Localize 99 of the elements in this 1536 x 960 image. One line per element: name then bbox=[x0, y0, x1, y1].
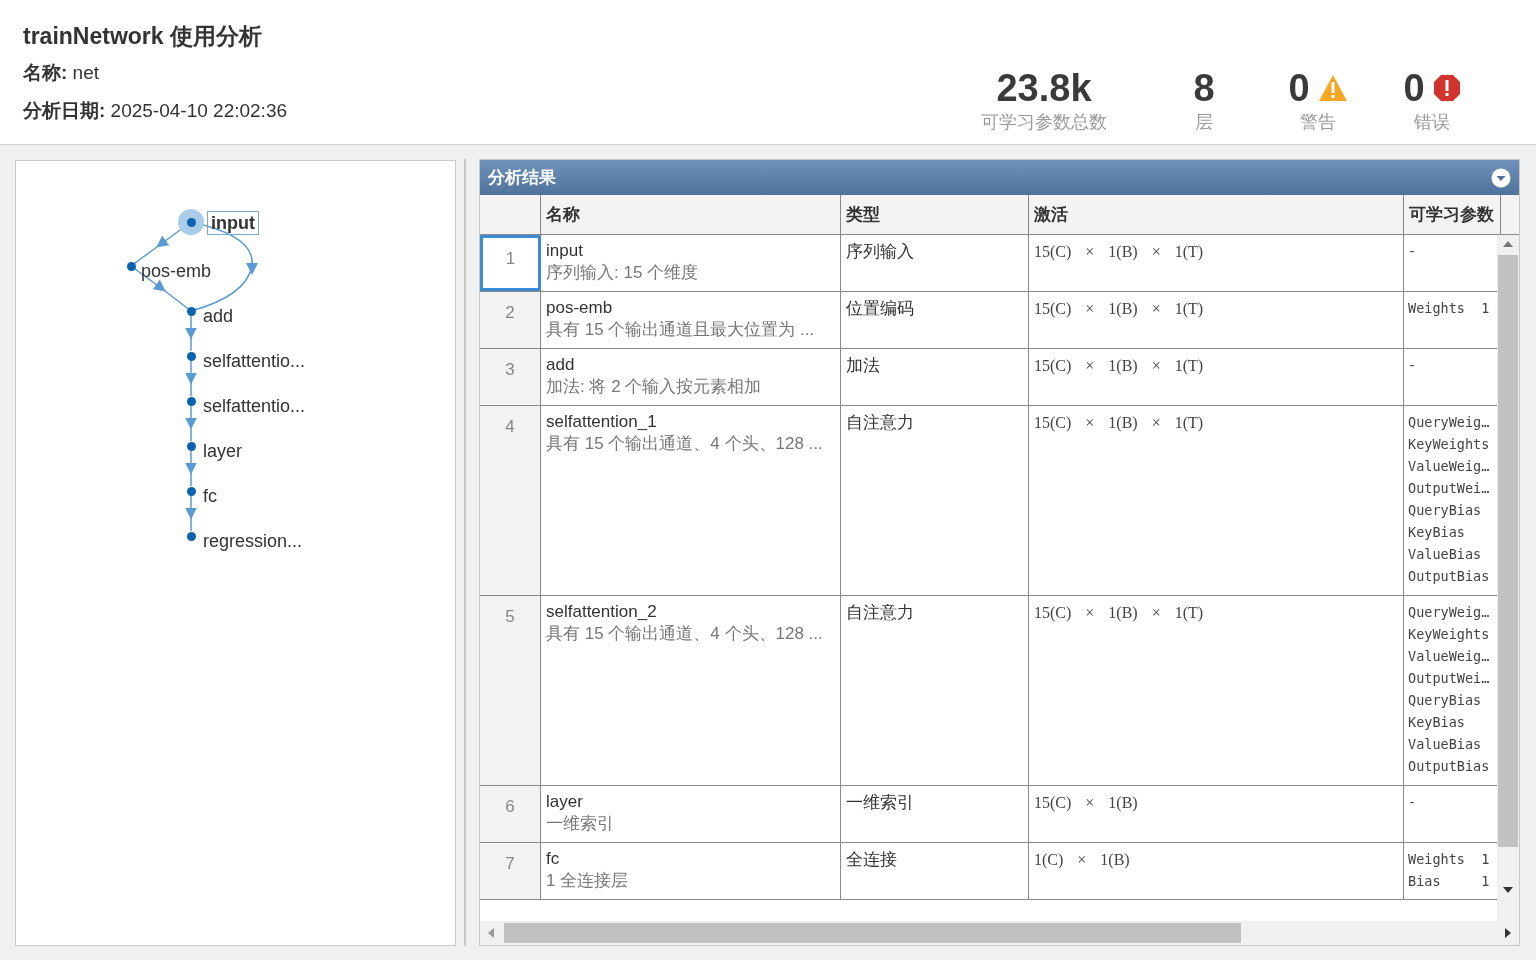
node-label: regression... bbox=[203, 530, 303, 552]
stat-value: 0 bbox=[1288, 66, 1310, 110]
layer-description: 加法: 将 2 个输入按元素相加 bbox=[546, 376, 763, 398]
stat-label: 错误 bbox=[1414, 111, 1450, 134]
learnable-parameter: ValueWeig… bbox=[1408, 647, 1491, 666]
graph-node[interactable] bbox=[186, 531, 196, 541]
row-number[interactable]: 3 bbox=[480, 349, 541, 405]
layer-name: selfattention_2 bbox=[546, 601, 658, 623]
scrollbar-thumb[interactable] bbox=[504, 923, 1241, 943]
row-number[interactable]: 7 bbox=[480, 843, 541, 899]
layer-description: 具有 15 个输出通道、4 个头、128 ... bbox=[546, 623, 824, 645]
layer-type: 序列输入 bbox=[846, 242, 914, 261]
row-number[interactable]: 2 bbox=[480, 292, 541, 348]
stat-label: 层 bbox=[1195, 111, 1213, 134]
graph-node[interactable] bbox=[186, 486, 196, 496]
stat-value: 8 bbox=[1193, 66, 1215, 110]
learnable-parameter: - bbox=[1408, 242, 1418, 261]
learnable-parameter: - bbox=[1408, 793, 1418, 812]
activation-size: 15(C) × 1(B) × 1(T) bbox=[1034, 414, 1204, 431]
layer-description: 1 全连接层 bbox=[546, 870, 630, 892]
layer-name: layer bbox=[546, 791, 584, 813]
layer-type: 自注意力 bbox=[846, 603, 914, 622]
stat-value: 23.8k bbox=[996, 66, 1092, 110]
warning-icon bbox=[1317, 74, 1348, 102]
row-number[interactable]: 6 bbox=[480, 786, 541, 842]
name-line: 名称: net bbox=[23, 61, 101, 85]
date-line: 分析日期: 2025-04-10 22:02:36 bbox=[23, 99, 288, 123]
column-header[interactable]: 激活 bbox=[1029, 195, 1404, 234]
layer-description: 具有 15 个输出通道、4 个头、128 ... bbox=[546, 433, 824, 455]
learnable-parameter: OutputBias bbox=[1408, 757, 1491, 776]
graph-node[interactable] bbox=[178, 209, 204, 235]
node-label: selfattentio... bbox=[203, 395, 306, 417]
scroll-up-icon[interactable] bbox=[1503, 241, 1513, 247]
column-header[interactable]: 类型 bbox=[841, 195, 1029, 234]
node-label: pos-emb bbox=[141, 260, 212, 282]
error-icon bbox=[1432, 74, 1461, 102]
learnable-parameter: QueryWeig… bbox=[1408, 413, 1491, 432]
layer-name: selfattention_1 bbox=[546, 411, 658, 433]
node-label: layer bbox=[203, 440, 242, 462]
learnable-parameter: KeyBias bbox=[1408, 523, 1466, 542]
learnable-parameter: ValueBias bbox=[1408, 735, 1483, 754]
learnable-parameter: QueryBias bbox=[1408, 501, 1483, 520]
learnable-parameter: OutputBias bbox=[1408, 567, 1491, 586]
stat-value: 0 bbox=[1403, 66, 1425, 110]
activation-size: 15(C) × 1(B) × 1(T) bbox=[1034, 300, 1204, 317]
learnable-parameter: Weights 1 bbox=[1408, 299, 1491, 318]
graph-node[interactable] bbox=[126, 261, 136, 271]
vertical-scrollbar[interactable] bbox=[1497, 235, 1519, 921]
node-label: input bbox=[207, 211, 259, 235]
learnable-parameter: ValueBias bbox=[1408, 545, 1483, 564]
stat-label: 警告 bbox=[1300, 111, 1336, 134]
row-number[interactable]: 4 bbox=[480, 406, 541, 595]
panel-title: 分析结果 bbox=[488, 166, 556, 189]
learnable-parameter: Weights 1 bbox=[1408, 850, 1491, 869]
graph-node[interactable] bbox=[186, 351, 196, 361]
activation-size: 15(C) × 1(B) bbox=[1034, 794, 1138, 811]
scrollbar-thumb[interactable] bbox=[1498, 255, 1518, 847]
learnable-parameter: OutputWei… bbox=[1408, 479, 1491, 498]
activation-size: 15(C) × 1(B) × 1(T) bbox=[1034, 357, 1204, 374]
page-title: trainNetwork 使用分析 bbox=[23, 22, 263, 51]
learnable-parameter: OutputWei… bbox=[1408, 669, 1491, 688]
learnable-parameter: KeyBias bbox=[1408, 713, 1466, 732]
row-number[interactable]: 1 bbox=[480, 235, 541, 291]
collapse-icon[interactable] bbox=[1491, 167, 1511, 188]
learnable-parameter: KeyWeights bbox=[1408, 435, 1491, 454]
layer-type: 位置编码 bbox=[846, 299, 914, 318]
node-label: fc bbox=[203, 485, 217, 507]
layer-name: input bbox=[546, 240, 584, 262]
scroll-right-icon[interactable] bbox=[1505, 928, 1511, 938]
layer-type: 加法 bbox=[846, 356, 880, 375]
column-header[interactable]: 可学习参数 bbox=[1404, 195, 1501, 234]
learnable-parameter: KeyWeights bbox=[1408, 625, 1491, 644]
graph-node[interactable] bbox=[186, 441, 196, 451]
learnable-parameter: Bias 1 bbox=[1408, 872, 1491, 891]
layer-type: 全连接 bbox=[846, 850, 897, 869]
stat-label: 可学习参数总数 bbox=[981, 111, 1107, 134]
graph-node[interactable] bbox=[186, 396, 196, 406]
column-header[interactable]: 名称 bbox=[541, 195, 841, 234]
learnable-parameter: QueryWeig… bbox=[1408, 603, 1491, 622]
layer-type: 一维索引 bbox=[846, 793, 914, 812]
learnable-parameter: QueryBias bbox=[1408, 691, 1483, 710]
row-number[interactable]: 5 bbox=[480, 596, 541, 785]
layer-type: 自注意力 bbox=[846, 413, 914, 432]
activation-size: 1(C) × 1(B) bbox=[1034, 851, 1130, 868]
layer-description: 具有 15 个输出通道且最大位置为 ... bbox=[546, 319, 816, 341]
horizontal-scrollbar[interactable] bbox=[480, 921, 1519, 945]
learnable-parameter: - bbox=[1408, 356, 1418, 375]
node-label: add bbox=[203, 305, 234, 327]
learnable-parameter: ValueWeig… bbox=[1408, 457, 1491, 476]
layer-name: pos-emb bbox=[546, 297, 614, 319]
node-label: selfattentio... bbox=[203, 350, 306, 372]
layer-description: 序列输入: 15 个维度 bbox=[546, 262, 700, 284]
activation-size: 15(C) × 1(B) × 1(T) bbox=[1034, 243, 1204, 260]
layer-name: add bbox=[546, 354, 576, 376]
layer-description: 一维索引 bbox=[546, 813, 615, 835]
layer-name: fc bbox=[546, 848, 561, 870]
activation-size: 15(C) × 1(B) × 1(T) bbox=[1034, 604, 1204, 621]
scroll-down-icon[interactable] bbox=[1503, 887, 1513, 893]
graph-node[interactable] bbox=[186, 306, 196, 316]
